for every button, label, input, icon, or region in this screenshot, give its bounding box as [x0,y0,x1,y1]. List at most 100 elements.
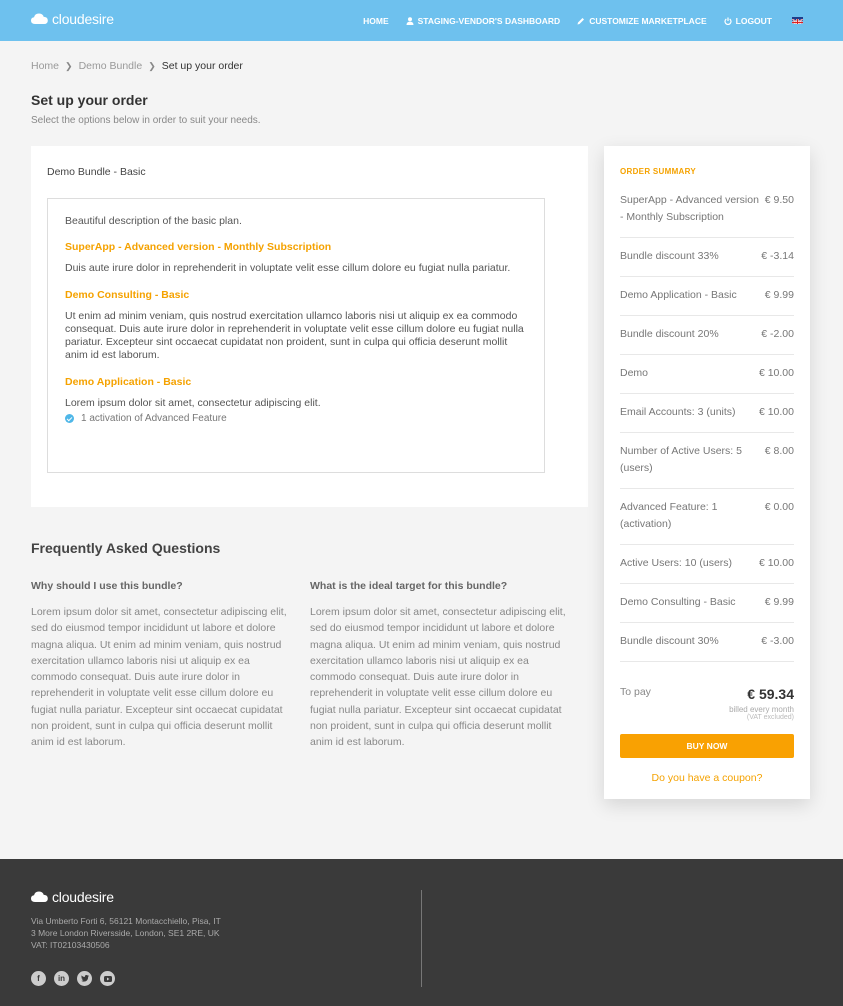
cloud-icon [31,13,48,24]
coupon-link[interactable]: Do you have a coupon? [620,772,794,784]
summary-row: Demo Consulting - Basic € 9.99 [620,584,794,623]
vat-number: VAT: IT02103430506 [31,940,110,950]
summary-row-value: € -2.00 [761,328,794,340]
chevron-right-icon: ❯ [148,60,156,71]
plan-item-text: Ut enim ad minim veniam, quis nostrud ex… [65,310,524,361]
page-title: Set up your order [31,92,148,108]
summary-row-label: Demo Consulting - Basic [620,596,736,608]
summary-row-label: Demo Application - Basic [620,289,737,301]
top-bar: cloudesire HOME STAGING-VENDOR'S DASHBOA… [0,0,843,41]
plan-card: Demo Bundle - Basic Beautiful descriptio… [31,146,588,507]
footer-divider [421,890,422,987]
plan-item-title[interactable]: Demo Application - Basic [65,376,527,388]
nav-logout-label: LOGOUT [735,15,772,26]
summary-row: Bundle discount 20% € -2.00 [620,316,794,355]
summary-row-label: Email Accounts: 3 (units) [620,406,736,418]
order-summary-title: ORDER SUMMARY [620,167,697,176]
faq-item: What is the ideal target for this bundle… [310,580,568,751]
footer-logo[interactable]: cloudesire [31,889,114,905]
user-icon [406,16,414,25]
summary-row: Demo € 10.00 [620,355,794,394]
summary-row: Number of Active Users: 5 (users) € 8.00 [620,433,794,489]
youtube-icon[interactable] [100,971,115,986]
plan-item-title[interactable]: SuperApp - Advanced version - Monthly Su… [65,241,527,253]
faq-answer: Lorem ipsum dolor sit amet, consectetur … [31,606,287,749]
summary-row-value: € 9.99 [764,596,794,608]
nav-dashboard[interactable]: STAGING-VENDOR'S DASHBOARD [406,15,561,26]
nav-home[interactable]: HOME [363,16,389,26]
summary-row-value: € 10.00 [758,557,794,569]
breadcrumb-bundle[interactable]: Demo Bundle [79,60,143,72]
facebook-icon[interactable]: f [31,971,46,986]
plan-item-title[interactable]: Demo Consulting - Basic [65,289,527,301]
summary-row-label: Number of Active Users: 5 (users) [620,445,742,474]
footer-brand-name: cloudesire [52,889,114,905]
faq-question: Why should I use this bundle? [31,580,183,592]
faq-item: Why should I use this bundle? Lorem ipsu… [31,580,289,751]
summary-row: Email Accounts: 3 (units) € 10.00 [620,394,794,433]
summary-row: SuperApp - Advanced version - Monthly Su… [620,192,794,238]
summary-row-value: € -3.00 [761,635,794,647]
feature-label: 1 activation of Advanced Feature [81,413,227,424]
summary-row-label: Bundle discount 30% [620,635,719,647]
feature-line: 1 activation of Advanced Feature [65,413,527,424]
plan-item-text: Lorem ipsum dolor sit amet, consectetur … [65,397,321,409]
breadcrumb-home[interactable]: Home [31,60,59,72]
summary-row-label: SuperApp - Advanced version - Monthly Su… [620,194,759,223]
billing-period: billed every month [729,705,794,714]
linkedin-icon[interactable]: in [54,971,69,986]
address-line: 3 More London Riversside, London, SE1 2R… [31,928,220,938]
brand-logo[interactable]: cloudesire [31,11,114,27]
summary-row: Bundle discount 33% € -3.14 [620,238,794,277]
nav-customize[interactable]: CUSTOMIZE MARKETPLACE [577,15,707,26]
power-icon [724,17,732,25]
vat-note: (VAT excluded) [746,714,794,721]
footer: cloudesire Via Umberto Forti 6, 56121 Mo… [0,859,843,1006]
summary-row-value: € 9.50 [764,194,794,206]
summary-row-value: € 8.00 [764,445,794,457]
faq-title: Frequently Asked Questions [31,540,221,556]
summary-row-label: Demo [620,367,649,379]
nav-logout[interactable]: LOGOUT [724,16,772,26]
buy-now-button[interactable]: BUY NOW [620,734,794,758]
total-amount: € 59.34 [747,686,794,702]
summary-row-label: Bundle discount 20% [620,328,719,340]
nav-home-label: HOME [363,15,389,26]
total-label: To pay [620,686,651,698]
summary-row-value: € 10.00 [758,367,794,379]
page-subtitle: Select the options below in order to sui… [31,115,261,126]
summary-row: Advanced Feature: 1 (activation) € 0.00 [620,489,794,545]
plan-name: Demo Bundle - Basic [47,166,146,178]
summary-row: Active Users: 10 (users) € 10.00 [620,545,794,584]
summary-row-value: € 9.99 [764,289,794,301]
check-circle-icon [65,414,74,423]
cloud-icon [31,891,48,902]
faq-answer: Lorem ipsum dolor sit amet, consectetur … [310,606,566,749]
main-nav: HOME STAGING-VENDOR'S DASHBOARD CUSTOMIZ… [346,0,803,41]
twitter-icon[interactable] [77,971,92,986]
summary-row-value: € 10.00 [758,406,794,418]
total-row: To pay € 59.34 [620,686,794,702]
footer-address: Via Umberto Forti 6, 56121 Montacchiello… [31,915,221,951]
social-links: f in [31,971,123,986]
summary-row-value: € -3.14 [761,250,794,262]
summary-row: Demo Application - Basic € 9.99 [620,277,794,316]
uk-flag-icon[interactable] [792,17,803,24]
pencil-icon [577,17,585,24]
summary-row-value: € 0.00 [764,501,794,513]
nav-dashboard-label: STAGING-VENDOR'S DASHBOARD [417,15,561,26]
summary-row-label: Advanced Feature: 1 (activation) [620,501,718,530]
brand-name: cloudesire [52,11,114,27]
summary-row-label: Bundle discount 33% [620,250,719,262]
plan-description: Beautiful description of the basic plan. [65,215,242,227]
faq-question: What is the ideal target for this bundle… [310,580,508,592]
summary-row: Bundle discount 30% € -3.00 [620,623,794,662]
chevron-right-icon: ❯ [65,60,73,71]
address-line: Via Umberto Forti 6, 56121 Montacchiello… [31,916,221,926]
summary-row-label: Active Users: 10 (users) [620,557,733,569]
plan-details: Beautiful description of the basic plan.… [47,198,545,473]
breadcrumb: Home ❯ Demo Bundle ❯ Set up your order [31,60,243,72]
plan-item-text: Duis aute irure dolor in reprehenderit i… [65,262,511,274]
breadcrumb-current: Set up your order [161,60,243,72]
nav-customize-label: CUSTOMIZE MARKETPLACE [589,15,707,26]
